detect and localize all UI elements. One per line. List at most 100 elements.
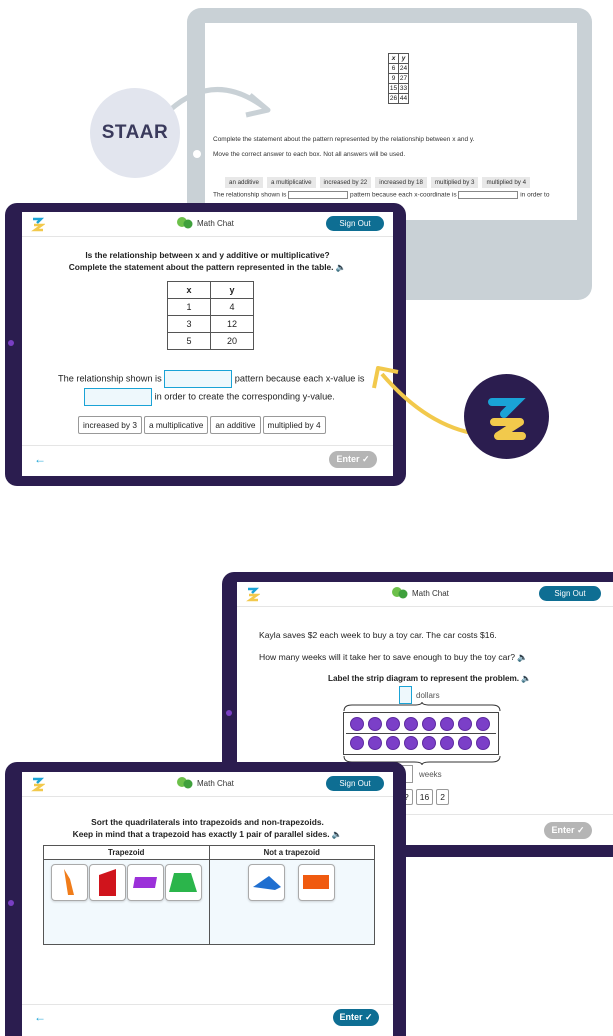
- counter-icon: [422, 717, 436, 731]
- counter-icon: [350, 717, 364, 731]
- counter-icon: [386, 717, 400, 731]
- staar-instruction: Complete the statement about the pattern…: [213, 136, 475, 143]
- shape-card[interactable]: [165, 864, 202, 901]
- purple-trapezoid-icon: [133, 877, 157, 888]
- column-header: Trapezoid: [44, 846, 209, 860]
- strip-row: [346, 734, 496, 752]
- answer-option[interactable]: multiplied by 4: [262, 416, 326, 434]
- answer-drop-box[interactable]: [164, 370, 233, 388]
- sign-out-button[interactable]: Sign Out: [539, 586, 601, 601]
- answer-drop-box[interactable]: [84, 388, 152, 406]
- app-header: Math Chat Sign Out: [237, 582, 613, 607]
- drop-box[interactable]: [458, 191, 519, 199]
- chat-title-text: Math Chat: [197, 778, 234, 788]
- counter-icon: [476, 736, 490, 750]
- answer-option[interactable]: multiplied by 4: [482, 177, 531, 188]
- answer-option[interactable]: a multiplicative: [143, 416, 209, 434]
- answer-option[interactable]: an additive: [225, 177, 263, 188]
- counter-icon: [404, 717, 418, 731]
- sign-out-button[interactable]: Sign Out: [326, 776, 384, 791]
- answer-option[interactable]: increased by 22: [319, 177, 372, 188]
- enter-button[interactable]: Enter ✓: [329, 451, 377, 468]
- problem-text: Kayla saves $2 each week to buy a toy ca…: [259, 630, 497, 640]
- answer-option[interactable]: a multiplicative: [266, 177, 316, 188]
- question-line: Is the relationship between x and y addi…: [85, 250, 330, 260]
- table-cell: 4: [210, 298, 254, 316]
- table-cell: 9: [388, 73, 399, 84]
- chat-title-text: Math Chat: [197, 218, 234, 228]
- instruction-text: Label the strip diagram to represent the…: [328, 674, 532, 683]
- table-cell: 6: [388, 63, 399, 74]
- enter-button[interactable]: Enter ✓: [544, 822, 592, 839]
- tablet-screen: Math Chat Sign Out Sort the quadrilatera…: [22, 772, 393, 1036]
- tablet-camera-dot: [226, 710, 232, 716]
- table-cell: 27: [398, 73, 409, 84]
- not-trapezoid-column[interactable]: Not a trapezoid: [209, 846, 374, 944]
- orange-rectangle-icon: [303, 875, 329, 889]
- number-options: ? 16 2: [400, 787, 452, 805]
- shape-card[interactable]: [248, 864, 285, 901]
- blue-quadrilateral-icon: [253, 876, 281, 890]
- counter-icon: [368, 717, 382, 731]
- drop-box[interactable]: [288, 191, 349, 199]
- sign-out-button[interactable]: Sign Out: [326, 216, 384, 231]
- zearn-logo-icon: [31, 777, 45, 792]
- back-arrow-icon[interactable]: ←: [34, 1010, 46, 1024]
- question-text: How many weeks will it take her to save …: [259, 652, 529, 662]
- statement-row: in order to create the corresponding y-v…: [84, 388, 335, 406]
- green-trapezoid-icon: [169, 873, 197, 892]
- question-line: Complete the statement about the pattern…: [68, 262, 347, 272]
- weeks-label: weeks: [419, 769, 442, 779]
- statement-text: in order to create the corresponding y-v…: [154, 391, 335, 402]
- chat-title-text: Math Chat: [412, 588, 449, 598]
- counter-icon: [422, 736, 436, 750]
- orange-quadrilateral-icon: [64, 869, 74, 895]
- counter-icon: [386, 736, 400, 750]
- footer-divider: [22, 1004, 393, 1005]
- table-header: y: [210, 281, 254, 299]
- staar-statement: The relationship shown is pattern becaus…: [213, 191, 549, 199]
- question-line: Keep in mind that a trapezoid has exactl…: [72, 829, 343, 839]
- counter-icon: [350, 736, 364, 750]
- chat-bubbles-icon: [177, 217, 193, 229]
- app-header: Math Chat Sign Out: [22, 772, 393, 797]
- footer-divider: [22, 445, 393, 446]
- answer-option[interactable]: multiplied by 3: [430, 177, 479, 188]
- app-header: Math Chat Sign Out: [22, 212, 393, 237]
- number-option[interactable]: 16: [415, 789, 434, 805]
- zearn-logo-icon: [246, 587, 260, 602]
- table-cell: 5: [167, 332, 211, 350]
- zearn-logo-badge: [464, 374, 549, 459]
- shape-card[interactable]: [127, 864, 164, 901]
- back-arrow-icon[interactable]: ←: [34, 452, 46, 466]
- card-dot: [193, 150, 201, 158]
- answer-option[interactable]: increased by 3: [78, 416, 142, 434]
- table-cell: 26: [388, 93, 399, 104]
- counter-icon: [458, 717, 472, 731]
- question-line: Sort the quadrilaterals into trapezoids …: [91, 817, 324, 827]
- staar-answer-options: an additive a multiplicative increased by …: [225, 171, 534, 189]
- red-trapezoid-icon: [99, 869, 116, 896]
- table-cell: 20: [210, 332, 254, 350]
- table-cell: 12: [210, 315, 254, 333]
- answer-option[interactable]: an additive: [210, 416, 261, 434]
- shape-card[interactable]: [89, 864, 126, 901]
- chat-bubbles-icon: [392, 587, 408, 599]
- table-cell: 44: [398, 93, 409, 104]
- answer-option[interactable]: increased by 18: [375, 177, 427, 188]
- chat-bubbles-icon: [177, 777, 193, 789]
- enter-button[interactable]: Enter ✓: [333, 1009, 379, 1026]
- counter-icon: [404, 736, 418, 750]
- shape-card[interactable]: [298, 864, 335, 901]
- staar-xy-table: xy 6 24 9 27 15 33 26 44: [388, 53, 409, 104]
- tablet-camera-dot: [8, 900, 14, 906]
- statement-text: The relationship shown is: [58, 373, 162, 384]
- number-option[interactable]: 2: [436, 789, 449, 805]
- statement-text: pattern because each x-coordinate is: [349, 191, 457, 199]
- xy-table: xy 14 3 12 5 20: [167, 281, 254, 350]
- counter-icon: [440, 717, 454, 731]
- statement-text: in order to: [520, 191, 550, 199]
- statement-row: The relationship shown is pattern becaus…: [58, 370, 365, 388]
- shape-card[interactable]: [51, 864, 88, 901]
- math-chat-title: Math Chat: [392, 587, 449, 599]
